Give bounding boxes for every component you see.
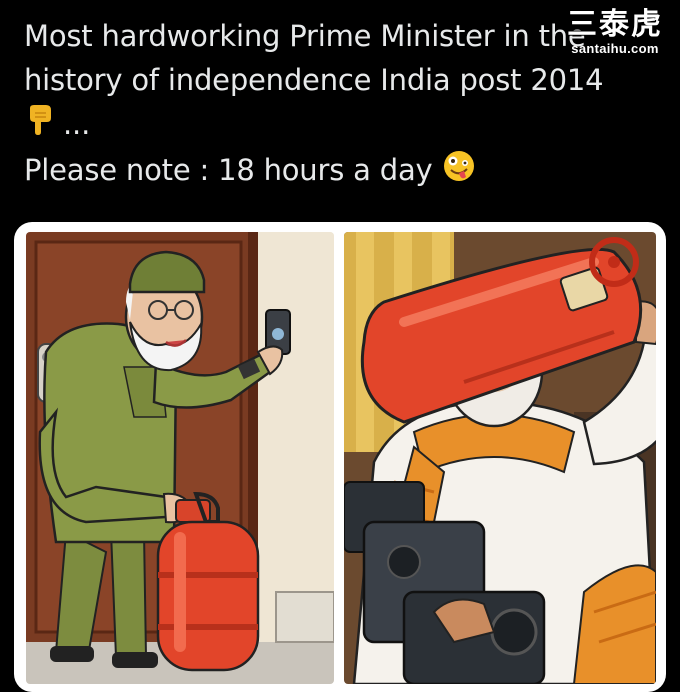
zany-face-icon (442, 149, 476, 195)
comic-panel-left (26, 232, 334, 684)
cylinder-camera-illustration (344, 232, 656, 684)
post-text-line-2: history of independence India post 2014 (24, 63, 604, 97)
post-text-hours: Please note : 18 hours a day (24, 153, 433, 187)
pointing-down-hand-icon (24, 104, 54, 148)
post-text-ellipsis: ... (63, 107, 91, 141)
post-image[interactable] (14, 222, 666, 692)
comic-panel-right (344, 232, 656, 684)
watermark-logo: 三泰虎 (567, 7, 663, 42)
watermark-domain: santaihu.com (571, 41, 659, 56)
watermark: 三泰虎 santaihu.com (560, 8, 670, 56)
doorbell-illustration (26, 232, 334, 684)
post-text-line-3: ... (24, 102, 664, 148)
post-text-line-4: Please note : 18 hours a day (24, 148, 664, 195)
